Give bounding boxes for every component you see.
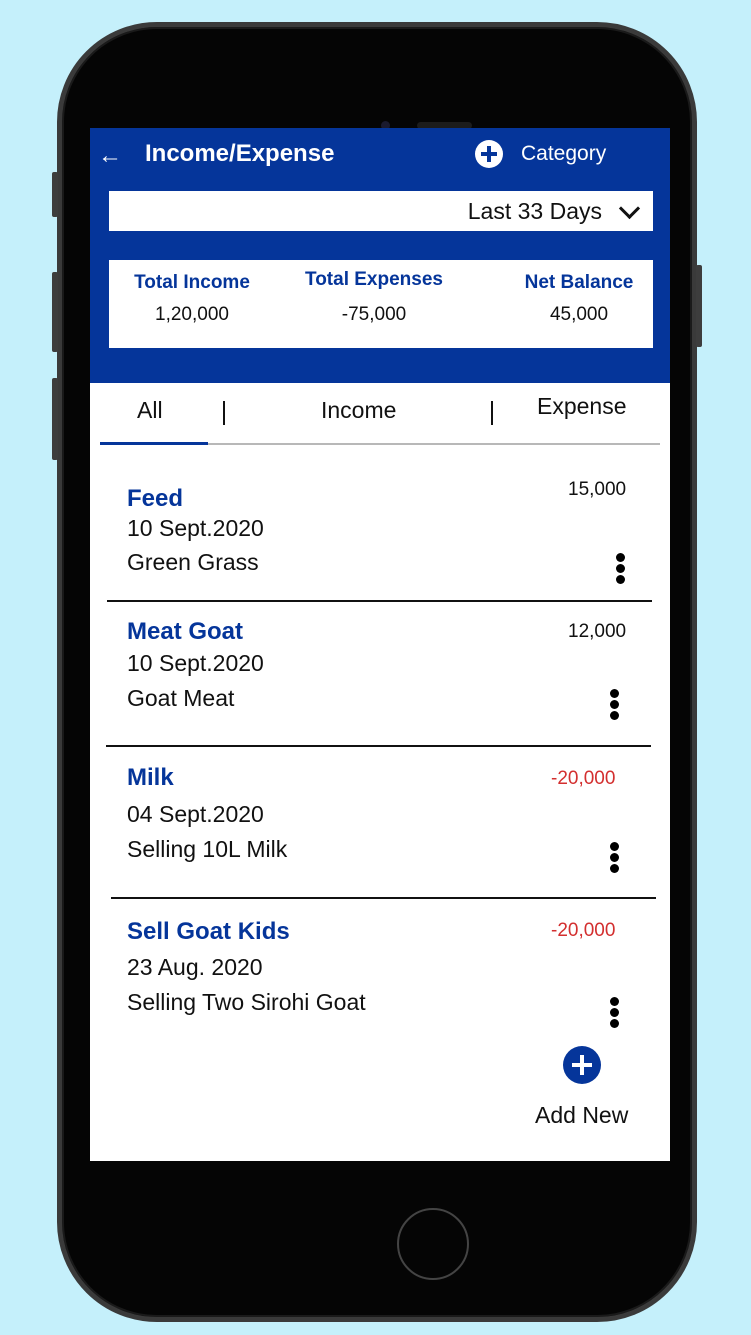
- page-title: Income/Expense: [145, 140, 335, 167]
- transaction-description: Green Grass: [127, 549, 259, 575]
- divider: [107, 600, 652, 602]
- transaction-date: 10 Sept.2020: [127, 515, 264, 541]
- total-expenses-value: -75,000: [341, 304, 407, 325]
- app-screen: ← Income/Expense Category Last 33 Days T…: [90, 128, 670, 1161]
- net-balance-label: Net Balance: [524, 272, 634, 293]
- power-button: [696, 265, 702, 347]
- mute-switch: [52, 172, 58, 217]
- filter-tabs: All Income Expense: [100, 383, 660, 445]
- app-header: ← Income/Expense Category Last 33 Days T…: [90, 128, 670, 383]
- total-income-value: 1,20,000: [155, 304, 229, 325]
- summary-card: Total Income 1,20,000 Total Expenses -75…: [109, 260, 653, 348]
- tab-separator: [223, 401, 225, 425]
- total-expenses-label: Total Expenses: [305, 269, 443, 290]
- total-expenses: Total Expenses -75,000: [289, 269, 459, 326]
- home-button[interactable]: [397, 1208, 469, 1280]
- transaction-amount: -20,000: [551, 768, 616, 789]
- transaction-description: Selling Two Sirohi Goat: [127, 989, 366, 1015]
- divider: [106, 745, 651, 747]
- transaction-date: 23 Aug. 2020: [127, 954, 263, 980]
- more-options-icon[interactable]: [610, 997, 620, 1030]
- transaction-date: 10 Sept.2020: [127, 650, 264, 676]
- active-tab-indicator: [100, 442, 208, 445]
- transaction-date: 04 Sept.2020: [127, 801, 264, 827]
- tab-separator: [491, 401, 493, 425]
- transaction-description: Selling 10L Milk: [127, 836, 288, 862]
- transaction-amount: -20,000: [551, 920, 616, 941]
- net-balance-value: 45,000: [549, 304, 609, 325]
- tab-all[interactable]: All: [137, 397, 163, 424]
- plus-circle-icon: [562, 1046, 601, 1084]
- more-options-icon[interactable]: [616, 553, 626, 586]
- transaction-amount: 12,000: [568, 621, 627, 642]
- back-arrow-icon[interactable]: ←: [98, 142, 122, 170]
- transaction-description: Goat Meat: [127, 685, 235, 711]
- transaction-amount: 15,000: [568, 479, 627, 500]
- total-income-label: Total Income: [134, 272, 250, 293]
- add-new-label: Add New: [535, 1102, 629, 1128]
- volume-down-button: [52, 378, 58, 460]
- add-category-button[interactable]: Category: [475, 140, 606, 168]
- add-new-button[interactable]: Add New: [535, 1046, 628, 1129]
- tab-income[interactable]: Income: [321, 397, 396, 424]
- date-range-dropdown[interactable]: Last 33 Days: [109, 191, 653, 231]
- net-balance: Net Balance 45,000: [509, 272, 649, 326]
- tab-expense[interactable]: Expense: [537, 393, 627, 420]
- total-income: Total Income 1,20,000: [117, 272, 267, 326]
- more-options-icon[interactable]: [610, 689, 620, 722]
- category-label: Category: [521, 142, 607, 165]
- date-range-value: Last 33 Days: [467, 197, 602, 224]
- chevron-down-icon: [618, 197, 641, 219]
- divider: [111, 897, 656, 899]
- more-options-icon[interactable]: [610, 842, 620, 875]
- plus-circle-icon: [475, 140, 503, 168]
- volume-up-button: [52, 272, 58, 352]
